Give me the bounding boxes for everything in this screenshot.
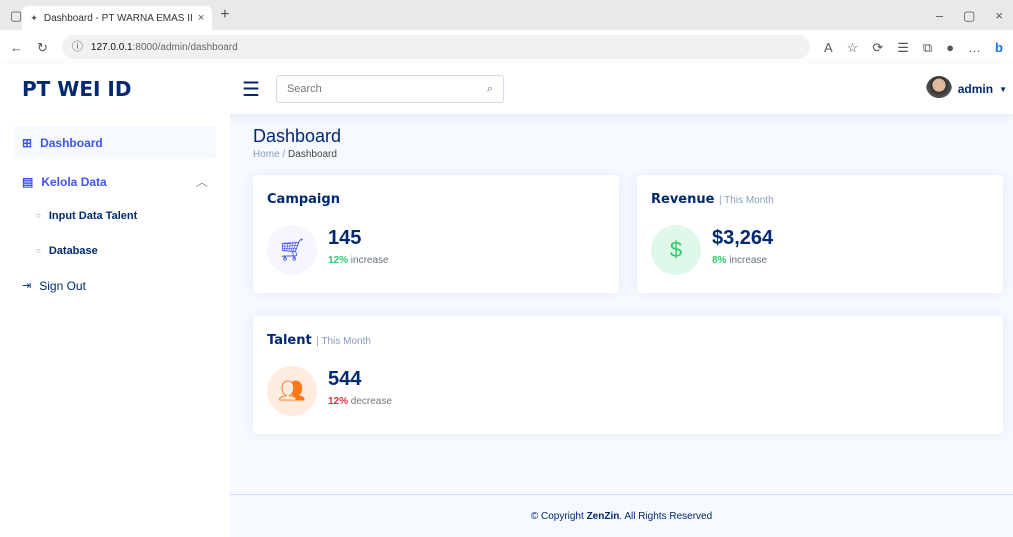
app-header: PT WEI ID ☰ Search ⌕ admin ▼ xyxy=(0,64,1013,114)
sidebar-sub-input-talent[interactable]: ○ Input Data Talent xyxy=(14,198,216,233)
breadcrumb-separator: / xyxy=(282,149,286,160)
favorite-icon[interactable]: ☆ xyxy=(847,41,859,54)
card-delta: 12% decrease xyxy=(328,396,392,407)
footer: © Copyright ZenZin. All Rights Reserved xyxy=(230,494,1013,537)
footer-copyright: © Copyright ZenZin. All Rights Reserved xyxy=(530,510,713,522)
maximize-icon[interactable]: ▢ xyxy=(963,9,975,22)
sidebar-item-kelola-data[interactable]: ▤ Kelola Data ︿ xyxy=(14,165,216,198)
card-title: Campaign xyxy=(267,192,340,207)
favorites-bar-icon[interactable]: ☰ xyxy=(897,41,909,54)
breadcrumb-current: Dashboard xyxy=(288,149,337,160)
search-placeholder: Search xyxy=(286,83,322,95)
window-menu-icon[interactable]: ▢ xyxy=(10,9,22,22)
cart-icon: 🛒︎ xyxy=(267,225,317,275)
chevron-up-icon: ︿ xyxy=(195,175,208,189)
revenue-card: Revenue | This Month $ $3,264 8% increas… xyxy=(637,175,1003,293)
card-value: $3,264 xyxy=(712,227,774,249)
breadcrumb-home[interactable]: Home xyxy=(253,149,280,160)
user-menu[interactable]: admin ▼ xyxy=(925,76,1013,102)
profile-icon[interactable]: ● xyxy=(946,41,954,54)
search-input[interactable]: Search ⌕ xyxy=(275,75,504,103)
page-title: Dashboard xyxy=(253,126,342,146)
card-title: Revenue | This Month xyxy=(651,192,774,207)
sidebar-item-signout[interactable]: ⇥ Sign Out xyxy=(14,268,216,303)
more-icon[interactable]: … xyxy=(968,41,981,54)
sidebar-sub-database[interactable]: ○ Database xyxy=(14,233,216,268)
sidebar-item-label: Dashboard xyxy=(40,135,103,150)
address-bar[interactable]: ⓘ 127.0.0.1:8000/admin/dashboard xyxy=(61,35,810,59)
card-delta: 8% increase xyxy=(712,255,768,266)
close-tab-icon[interactable]: × xyxy=(198,12,204,24)
circle-icon: ○ xyxy=(36,211,41,220)
bing-icon[interactable]: b xyxy=(995,41,1003,54)
close-window-icon[interactable]: × xyxy=(995,9,1003,22)
avatar xyxy=(925,76,952,102)
campaign-card: Campaign 🛒︎ 145 12% increase xyxy=(253,175,619,293)
sidebar-sub-label: Input Data Talent xyxy=(48,209,138,222)
url-text: 127.0.0.1:8000/admin/dashboard xyxy=(90,41,238,53)
info-icon: ⓘ xyxy=(71,40,83,53)
refresh-icon[interactable]: ↻ xyxy=(37,41,48,54)
sidebar-item-label: Kelola Data xyxy=(41,174,107,189)
browser-chrome: ▢ ✦ Dashboard - PT WARNA EMAS II × + – ▢… xyxy=(0,0,1013,64)
sidebar-sub-label: Database xyxy=(48,244,98,257)
chevron-down-icon: ▼ xyxy=(999,84,1007,94)
sidebar: ⊞ Dashboard ▤ Kelola Data ︿ ○ Input Data… xyxy=(0,114,230,537)
back-icon[interactable]: ← xyxy=(10,41,23,54)
breadcrumb: Home / Dashboard xyxy=(253,149,341,160)
main-content: Dashboard Home / Dashboard Campaign 🛒︎ 1… xyxy=(230,114,1013,494)
card-delta: 12% increase xyxy=(328,255,389,266)
page-title-block: Dashboard Home / Dashboard xyxy=(253,126,341,160)
talent-card: Talent | This Month 👥︎ 544 12% decrease xyxy=(253,316,1003,434)
tab-title: Dashboard - PT WARNA EMAS II xyxy=(43,12,192,24)
user-name: admin xyxy=(957,82,994,96)
minimize-icon[interactable]: – xyxy=(936,9,943,22)
card-value: 145 xyxy=(328,227,362,249)
hamburger-menu-icon[interactable]: ☰ xyxy=(242,77,260,102)
dollar-icon: $ xyxy=(651,225,701,275)
list-icon: ▤ xyxy=(22,174,34,189)
tab-bar: ▢ ✦ Dashboard - PT WARNA EMAS II × + – ▢… xyxy=(0,0,1013,30)
signout-icon: ⇥ xyxy=(22,280,32,292)
favicon-icon: ✦ xyxy=(30,12,38,23)
logo[interactable]: PT WEI ID xyxy=(0,77,230,101)
grid-icon: ⊞ xyxy=(22,135,33,150)
sidebar-item-dashboard[interactable]: ⊞ Dashboard xyxy=(14,126,216,159)
circle-icon: ○ xyxy=(36,246,41,255)
search-icon[interactable]: ⌕ xyxy=(487,83,493,96)
new-tab-icon[interactable]: + xyxy=(220,7,229,23)
card-value: 544 xyxy=(328,368,362,390)
people-icon: 👥︎ xyxy=(267,366,317,416)
card-title: Talent | This Month xyxy=(267,333,371,348)
extensions-icon[interactable]: ⟳ xyxy=(872,41,883,54)
sidebar-item-label: Sign Out xyxy=(39,278,86,293)
read-aloud-icon[interactable]: A xyxy=(824,41,833,54)
collections-icon[interactable]: ⧉ xyxy=(923,41,932,54)
address-row: ← ↻ ⓘ 127.0.0.1:8000/admin/dashboard A ☆… xyxy=(0,30,1013,64)
browser-tab[interactable]: ✦ Dashboard - PT WARNA EMAS II × xyxy=(22,6,213,30)
